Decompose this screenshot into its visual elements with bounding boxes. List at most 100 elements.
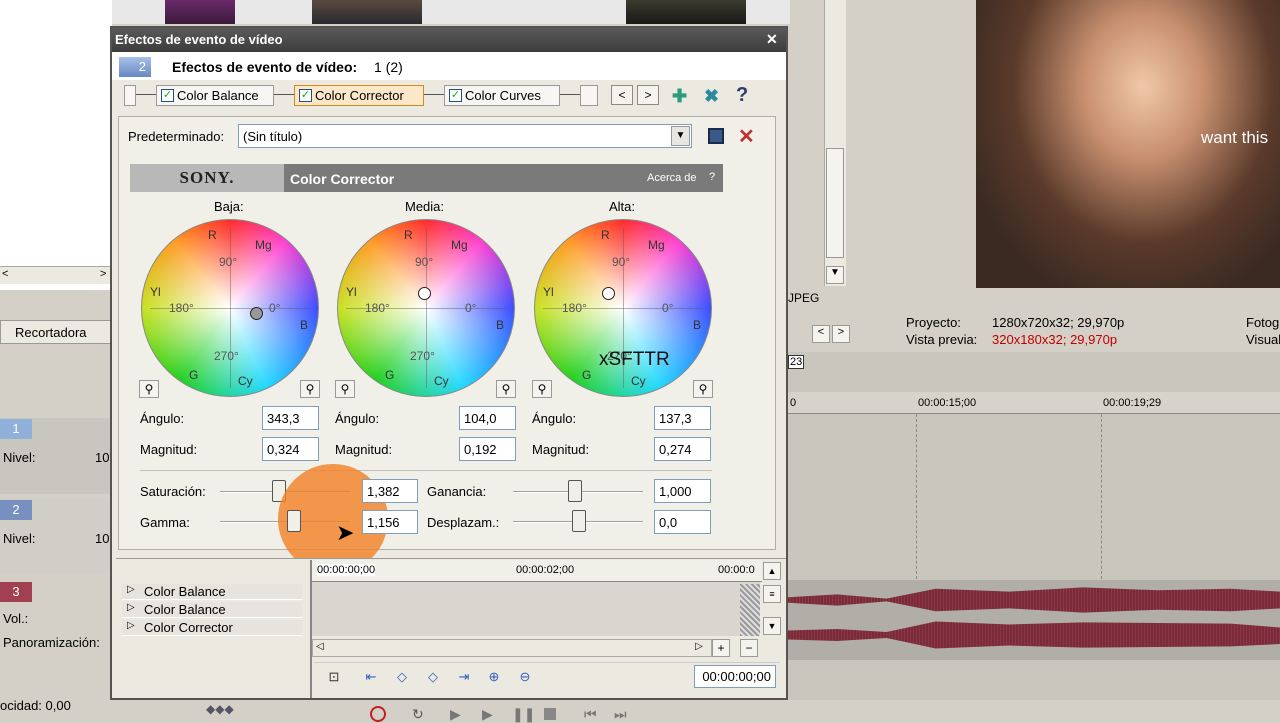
wheel-label-yl: Yl [346, 285, 357, 299]
keyframe-track-color-balance[interactable]: ▷ Color Balance [122, 584, 302, 600]
zoom-out-icon[interactable]: − [740, 639, 758, 657]
scroll-thumb[interactable] [826, 148, 844, 258]
add-plugin-icon[interactable]: ✚ [672, 86, 687, 107]
fx-chain-more[interactable] [580, 85, 598, 106]
next-frame-icon[interactable]: ⏭ [614, 706, 627, 723]
desplazam-input[interactable]: 0,0 [654, 510, 711, 534]
pause-icon[interactable]: ❚❚ [512, 706, 535, 723]
magnitude-input-baja[interactable]: 0,324 [262, 437, 319, 461]
ganancia-input[interactable]: 1,000 [654, 479, 711, 503]
delete-preset-icon[interactable]: ✕ [738, 124, 755, 149]
keyframe-lanes[interactable] [312, 582, 760, 636]
fx-chain-color-balance[interactable]: ✓ Color Balance [156, 85, 274, 106]
ruler-tc-19: 00:00:19;29 [1103, 397, 1162, 409]
play-icon[interactable]: ▶ [482, 706, 493, 723]
sync-cursor-icon[interactable]: ⊡ [324, 667, 344, 687]
gamma-slider-thumb[interactable] [287, 510, 301, 532]
chain-next-button[interactable]: > [637, 85, 659, 105]
desplazam-slider-thumb[interactable] [572, 510, 586, 532]
keyframe-timecode[interactable]: 00:00:00;00 [694, 665, 776, 688]
dialog-header-value: 1 (2) [374, 59, 403, 75]
desplazam-label: Desplazam.: [427, 515, 500, 530]
left-scrollbar[interactable] [0, 266, 112, 284]
about-link[interactable]: Acerca de [647, 172, 697, 184]
save-preset-icon[interactable] [708, 128, 724, 144]
scroll-down-icon[interactable]: ▼ [826, 266, 844, 284]
scroll-right-icon[interactable]: > [100, 268, 106, 280]
color-wheel-baja[interactable]: R Mg B Cy G Yl 90° 180° 0° 270° [141, 219, 319, 397]
nav-prev-icon[interactable]: < [812, 325, 830, 343]
add-keyframe-icon[interactable]: ⊕ [484, 667, 504, 687]
chain-prev-button[interactable]: < [611, 85, 633, 105]
keyframe-track-color-corrector[interactable]: ▷ Color Corrector [122, 620, 302, 636]
track-badge-1[interactable]: 1 [0, 419, 32, 439]
eyedropper-icon[interactable]: ⚲ [335, 380, 355, 398]
saturacion-input[interactable]: 1,382 [362, 479, 418, 503]
prev-frame-icon[interactable]: ⏮ [584, 706, 597, 723]
expand-icon[interactable]: ▷ [127, 602, 135, 613]
expand-icon[interactable]: ▷ [127, 584, 135, 595]
magnitude-input-alta[interactable]: 0,274 [654, 437, 711, 461]
dialog-titlebar[interactable]: Efectos de evento de vídeo ✕ [112, 28, 786, 52]
scroll-down-icon[interactable]: ▼ [763, 617, 781, 635]
remove-plugin-icon[interactable]: ✖ [704, 86, 719, 107]
wheel-handle[interactable] [602, 287, 615, 300]
media-thumbnail[interactable] [165, 0, 235, 24]
stop-icon[interactable] [544, 708, 556, 720]
delete-keyframe-icon[interactable]: ⊖ [515, 667, 535, 687]
magnitude-input-media[interactable]: 0,192 [459, 437, 516, 461]
expand-icon[interactable]: ▷ [127, 620, 135, 631]
scroll-left-icon[interactable]: ◁ [316, 641, 324, 652]
checkbox-color-curves[interactable]: ✓ [449, 89, 462, 102]
keyframe-hscrollbar[interactable] [312, 639, 712, 657]
gamma-input[interactable]: 1,156 [362, 510, 418, 534]
nav-next-icon[interactable]: > [832, 325, 850, 343]
preset-dropdown[interactable]: (Sin título) ▼ [238, 124, 692, 148]
wheel-handle[interactable] [418, 287, 431, 300]
marker-23[interactable]: 23 [788, 355, 805, 369]
color-wheel-alta[interactable]: R Mg B Cy G Yl 90° 180° 0° 270° xSFTTR [534, 219, 712, 397]
wheel-handle[interactable] [250, 307, 263, 320]
track-badge-2[interactable]: 2 [0, 500, 32, 520]
last-keyframe-icon[interactable]: ⇥ [454, 667, 474, 687]
checkbox-color-balance[interactable]: ✓ [161, 89, 174, 102]
eyedropper-icon[interactable]: ⚲ [139, 380, 159, 398]
scroll-left-icon[interactable]: < [2, 268, 8, 280]
timeline-ruler[interactable] [788, 392, 1280, 414]
play-from-start-icon[interactable]: ▶ [450, 706, 461, 723]
angle-input-alta[interactable]: 137,3 [654, 406, 711, 430]
first-keyframe-icon[interactable]: ⇤ [361, 667, 381, 687]
close-icon[interactable]: ✕ [766, 31, 778, 48]
angle-input-baja[interactable]: 343,3 [262, 406, 319, 430]
help-icon[interactable]: ? [736, 84, 748, 107]
eyedropper-icon[interactable]: ⚲ [693, 380, 713, 398]
ganancia-slider-thumb[interactable] [568, 480, 582, 502]
angle-input-media[interactable]: 104,0 [459, 406, 516, 430]
loop-icon[interactable]: ↻ [412, 706, 424, 723]
scroll-up-icon[interactable]: ▲ [763, 562, 781, 580]
eyedropper-icon[interactable]: ⚲ [496, 380, 516, 398]
chevron-down-icon[interactable]: ▼ [671, 126, 690, 146]
eyedropper-icon[interactable]: ⚲ [532, 380, 552, 398]
fx-chain-color-corrector[interactable]: ✓ Color Corrector [294, 85, 424, 106]
media-thumbnail[interactable] [312, 0, 422, 24]
scrub-handle-icon[interactable]: ◆◆◆ [206, 702, 234, 716]
menu-icon[interactable]: ≡ [763, 585, 781, 603]
zoom-in-icon[interactable]: + [712, 639, 730, 657]
scroll-right-icon[interactable]: ▷ [690, 641, 708, 655]
eyedropper-icon[interactable]: ⚲ [300, 380, 320, 398]
about-help-link[interactable]: ? [709, 171, 715, 183]
tab-recortadora[interactable]: Recortadora [0, 320, 112, 344]
media-thumbnail[interactable] [626, 0, 746, 24]
preset-value: (Sin título) [243, 129, 303, 144]
checkbox-color-corrector[interactable]: ✓ [299, 89, 312, 102]
track-badge-3[interactable]: 3 [0, 582, 32, 602]
next-keyframe-icon[interactable]: ◇ [423, 667, 443, 687]
fx-chain-color-curves[interactable]: ✓ Color Curves [444, 85, 560, 106]
color-wheel-media[interactable]: R Mg B Cy G Yl 90° 180° 0° 270° [337, 219, 515, 397]
prev-keyframe-icon[interactable]: ◇ [392, 667, 412, 687]
keyframe-track-color-balance[interactable]: ▷ Color Balance [122, 602, 302, 618]
chain-start-handle[interactable] [124, 85, 136, 106]
wheel-label-g: G [582, 368, 592, 382]
wheel-label-g: G [385, 368, 395, 382]
